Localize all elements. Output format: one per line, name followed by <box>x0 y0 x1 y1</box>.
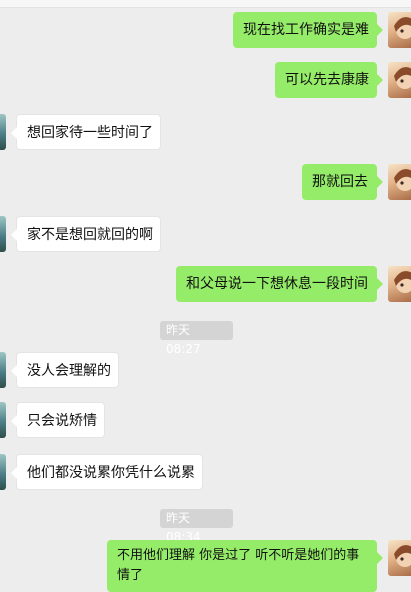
contact-avatar[interactable] <box>0 454 6 490</box>
cartoon-girl-avatar-icon <box>394 67 411 89</box>
message-bubble-outgoing[interactable]: 现在找工作确实是难 <box>233 12 383 48</box>
cartoon-girl-avatar-icon <box>394 169 411 191</box>
message-bubble-outgoing[interactable]: 那就回去 <box>302 164 383 200</box>
top-bar-edge <box>0 0 411 8</box>
timestamp-day: 昨天 <box>166 323 191 337</box>
message-bubble-outgoing[interactable]: 不用他们理解 你是过了 听不听是她们的事情了 <box>107 540 383 592</box>
message-bubble-incoming[interactable]: 没人会理解的 <box>11 352 119 388</box>
timestamp-day: 昨天 <box>166 511 191 525</box>
timestamp-time: 08:27 <box>166 342 201 356</box>
contact-avatar[interactable] <box>0 352 6 388</box>
message-bubble-incoming[interactable]: 只会说矫情 <box>11 402 105 438</box>
contact-avatar[interactable] <box>0 402 6 438</box>
self-avatar[interactable] <box>388 266 411 302</box>
message-bubble-incoming[interactable]: 家不是想回就回的啊 <box>11 216 161 252</box>
cartoon-girl-avatar-icon <box>394 17 411 39</box>
self-avatar[interactable] <box>388 164 411 200</box>
contact-avatar[interactable] <box>0 216 6 252</box>
self-avatar[interactable] <box>388 12 411 48</box>
cartoon-girl-avatar-icon <box>394 271 411 293</box>
self-avatar[interactable] <box>388 540 411 576</box>
timestamp-label: 昨天08:34 <box>160 509 233 544</box>
message-bubble-outgoing[interactable]: 可以先去康康 <box>275 62 383 98</box>
cartoon-girl-avatar-icon <box>394 545 411 567</box>
message-bubble-incoming[interactable]: 他们都没说累你凭什么说累 <box>11 454 203 490</box>
contact-avatar[interactable] <box>0 114 6 150</box>
self-avatar[interactable] <box>388 62 411 98</box>
message-bubble-incoming[interactable]: 想回家待一些时间了 <box>11 114 161 150</box>
message-bubble-outgoing[interactable]: 和父母说一下想休息一段时间 <box>176 266 383 302</box>
timestamp-label: 昨天 08:27 <box>160 321 233 356</box>
